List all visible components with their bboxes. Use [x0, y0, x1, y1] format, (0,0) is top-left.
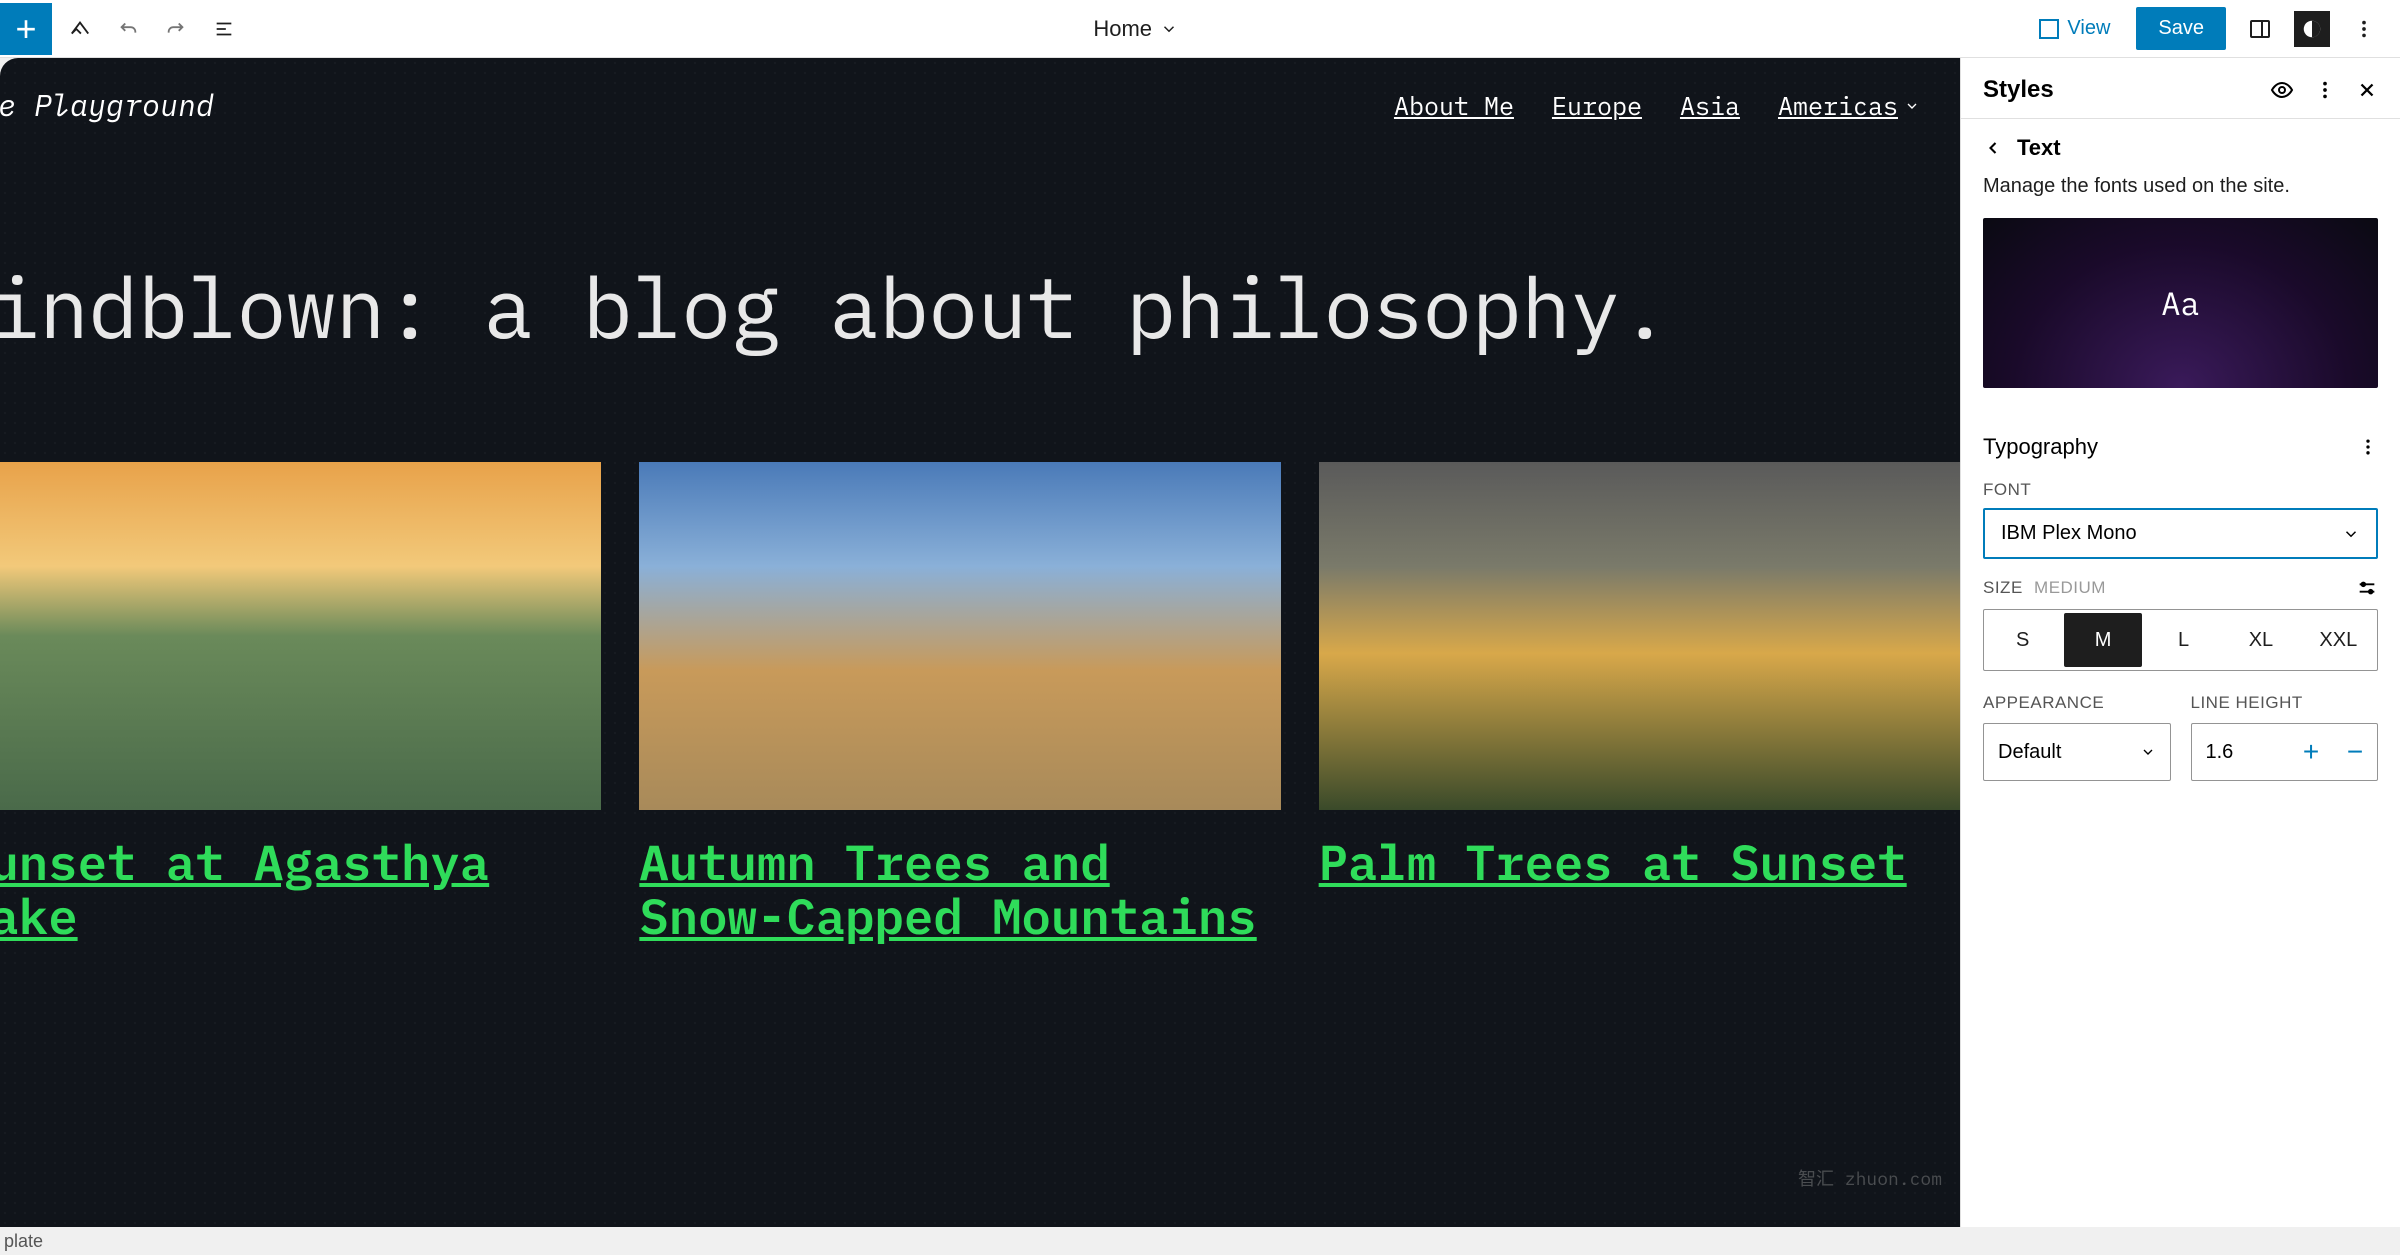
sidebar-toggle-icon[interactable] [2240, 9, 2280, 49]
chevron-down-icon [2342, 525, 2360, 543]
line-height-input[interactable]: 1.6 + − [2191, 723, 2379, 781]
styles-sidebar: Styles Text Manage the fonts us [1960, 58, 2400, 1255]
more-icon[interactable] [2358, 437, 2378, 457]
post-image [0, 462, 601, 810]
post-card[interactable]: Autumn Trees and Snow-Capped Mountains [639, 462, 1280, 944]
site-title[interactable]: he Playground [0, 86, 214, 125]
nav-americas[interactable]: Americas [1778, 89, 1920, 122]
post-title-link[interactable]: Sunset at Agasthya Lake [0, 836, 601, 944]
redo-icon[interactable] [156, 9, 196, 49]
more-icon[interactable] [2344, 9, 2384, 49]
watermark: 智汇 zhuon.com [1798, 1165, 1942, 1191]
post-image [1319, 462, 1960, 810]
post-card[interactable]: Sunset at Agasthya Lake [0, 462, 601, 944]
decrement-button[interactable]: − [2333, 736, 2377, 768]
line-height-value: 1.6 [2192, 741, 2290, 764]
sidebar-breadcrumb[interactable]: Text [1961, 119, 2400, 175]
post-image [639, 462, 1280, 810]
posts-grid: Sunset at Agasthya Lake Autumn Trees and… [0, 462, 1960, 944]
view-button[interactable]: View [2027, 11, 2122, 46]
chevron-down-icon [1160, 20, 1178, 38]
footer-breadcrumb[interactable]: plate [0, 1227, 2400, 1255]
size-segmented-control: S M L XL XXL [1983, 609, 2378, 671]
sidebar-title: Styles [1983, 76, 2054, 104]
site-navigation: About Me Europe Asia Americas [1394, 89, 1920, 122]
nav-asia[interactable]: Asia [1680, 89, 1740, 122]
sidebar-description: Manage the fonts used on the site. [1961, 175, 2400, 218]
size-label: SIZE [1983, 578, 2023, 597]
nav-about-me[interactable]: About Me [1394, 89, 1514, 122]
editor-canvas[interactable]: he Playground About Me Europe Asia Ameri… [0, 58, 1960, 1227]
close-icon[interactable] [2356, 79, 2378, 101]
chevron-down-icon [1904, 98, 1920, 114]
template-name: Home [1093, 16, 1152, 42]
font-select[interactable]: IBM Plex Mono [1983, 508, 2378, 559]
size-option-m[interactable]: M [2064, 613, 2141, 667]
styles-toggle-button[interactable] [2294, 11, 2330, 47]
save-button[interactable]: Save [2136, 7, 2226, 50]
list-view-icon[interactable] [204, 9, 244, 49]
typography-preview[interactable]: Aa [1983, 218, 2378, 388]
line-height-label: LINE HEIGHT [2191, 693, 2379, 723]
editor-toolbar: + Home View Save [0, 0, 2400, 58]
chevron-down-icon [2140, 744, 2156, 760]
stylebook-icon[interactable] [2270, 78, 2294, 102]
font-label: FONT [1961, 470, 2400, 508]
chevron-left-icon [1983, 138, 2003, 158]
hero-heading[interactable]: Mindblown: a blog about philosophy. [0, 153, 1960, 462]
post-title-link[interactable]: Autumn Trees and Snow-Capped Mountains [639, 836, 1280, 944]
custom-size-icon[interactable] [2356, 577, 2378, 599]
template-selector[interactable]: Home [244, 16, 2027, 42]
typography-heading: Typography [1983, 434, 2098, 460]
more-icon[interactable] [2314, 79, 2336, 101]
undo-icon[interactable] [108, 9, 148, 49]
size-value-label: MEDIUM [2034, 578, 2106, 597]
post-card[interactable]: Palm Trees at Sunset [1319, 462, 1960, 944]
add-block-button[interactable]: + [0, 3, 52, 55]
size-option-s[interactable]: S [1984, 610, 2061, 670]
edit-icon[interactable] [60, 9, 100, 49]
increment-button[interactable]: + [2289, 736, 2333, 768]
size-option-l[interactable]: L [2145, 610, 2222, 670]
appearance-label: APPEARANCE [1983, 693, 2171, 723]
size-option-xxl[interactable]: XXL [2300, 610, 2377, 670]
desktop-icon [2039, 19, 2059, 39]
appearance-select[interactable]: Default [1983, 723, 2171, 781]
nav-europe[interactable]: Europe [1552, 89, 1642, 122]
size-option-xl[interactable]: XL [2222, 610, 2299, 670]
post-title-link[interactable]: Palm Trees at Sunset [1319, 836, 1960, 890]
